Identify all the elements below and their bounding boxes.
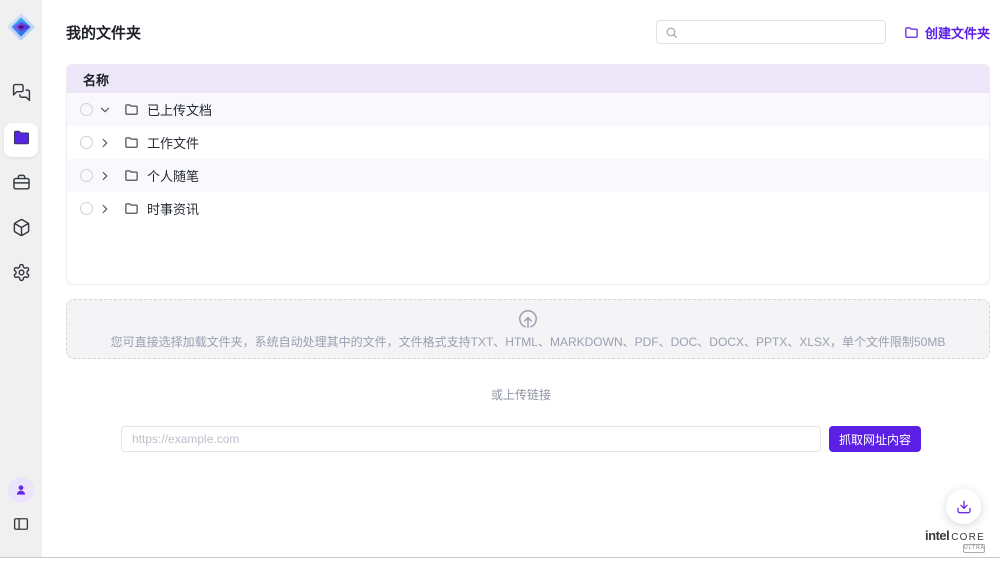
upload-cloud-icon	[517, 308, 539, 330]
ultra-badge: ULTRA	[963, 544, 985, 553]
table-row[interactable]: 个人随笔	[67, 159, 989, 192]
chevron-right-icon[interactable]	[98, 202, 112, 216]
page-header: 我的文件夹 创建文件夹	[42, 0, 1000, 44]
search-icon	[665, 26, 678, 39]
intel-wordmark: intel	[925, 528, 949, 543]
folder-name: 个人随笔	[147, 166, 199, 185]
fetch-url-button[interactable]: 抓取网址内容	[829, 426, 921, 452]
download-icon	[956, 499, 972, 515]
folder-icon	[12, 128, 31, 152]
panel-layout-icon	[12, 515, 30, 538]
briefcase-icon	[12, 173, 31, 197]
chevron-right-icon[interactable]	[98, 169, 112, 183]
collapse-sidebar-button[interactable]	[8, 513, 34, 539]
app-logo	[6, 12, 36, 42]
sidebar-item-models[interactable]	[4, 213, 38, 247]
upload-dropzone[interactable]: 您可直接选择加载文件夹，系统自动处理其中的文件，文件格式支持TXT、HTML、M…	[66, 299, 990, 359]
url-upload-row: 抓取网址内容	[121, 426, 921, 452]
row-checkbox[interactable]	[80, 169, 93, 182]
sidebar-item-settings[interactable]	[4, 258, 38, 292]
upload-hint-text: 您可直接选择加载文件夹，系统自动处理其中的文件，文件格式支持TXT、HTML、M…	[111, 333, 946, 350]
folder-icon	[124, 201, 139, 216]
search-input[interactable]	[684, 25, 877, 39]
sidebar-item-chat[interactable]	[4, 78, 38, 112]
core-wordmark: CORE	[951, 532, 985, 543]
table-header-name: 名称	[67, 65, 989, 93]
or-upload-link-label: 或上传链接	[42, 386, 1000, 403]
chevron-right-icon[interactable]	[98, 136, 112, 150]
search-box[interactable]	[656, 20, 886, 44]
user-icon	[14, 483, 28, 497]
folder-icon	[124, 135, 139, 150]
table-row[interactable]: 工作文件	[67, 126, 989, 159]
gear-icon	[12, 263, 31, 287]
intel-core-logo: intel CORE ULTRA	[923, 528, 987, 553]
avatar[interactable]	[8, 477, 34, 503]
sidebar-item-workspace[interactable]	[4, 168, 38, 202]
sidebar-nav	[4, 78, 38, 292]
folder-name: 工作文件	[147, 133, 199, 152]
chat-icon	[12, 83, 31, 107]
table-row[interactable]: 时事资讯	[67, 192, 989, 225]
url-input[interactable]	[121, 426, 821, 452]
row-checkbox[interactable]	[80, 103, 93, 116]
folder-plus-icon	[904, 25, 919, 40]
folder-table: 名称 已上传文档 工作文件	[66, 64, 990, 285]
main-panel: 我的文件夹 创建文件夹 名称	[42, 0, 1000, 563]
sidebar-bottom	[8, 477, 34, 539]
chevron-down-icon[interactable]	[98, 103, 112, 117]
sidebar	[0, 0, 42, 557]
create-folder-button[interactable]: 创建文件夹	[904, 23, 990, 42]
cube-icon	[12, 218, 31, 242]
page-title: 我的文件夹	[66, 22, 141, 43]
folder-name: 已上传文档	[147, 100, 212, 119]
row-checkbox[interactable]	[80, 202, 93, 215]
row-checkbox[interactable]	[80, 136, 93, 149]
folder-icon	[124, 102, 139, 117]
folder-name: 时事资讯	[147, 199, 199, 218]
download-fab[interactable]	[946, 489, 981, 524]
table-row[interactable]: 已上传文档	[67, 93, 989, 126]
folder-icon	[124, 168, 139, 183]
create-folder-label: 创建文件夹	[925, 23, 990, 42]
window-bottom-edge	[0, 557, 1000, 558]
sidebar-item-folders[interactable]	[4, 123, 38, 157]
